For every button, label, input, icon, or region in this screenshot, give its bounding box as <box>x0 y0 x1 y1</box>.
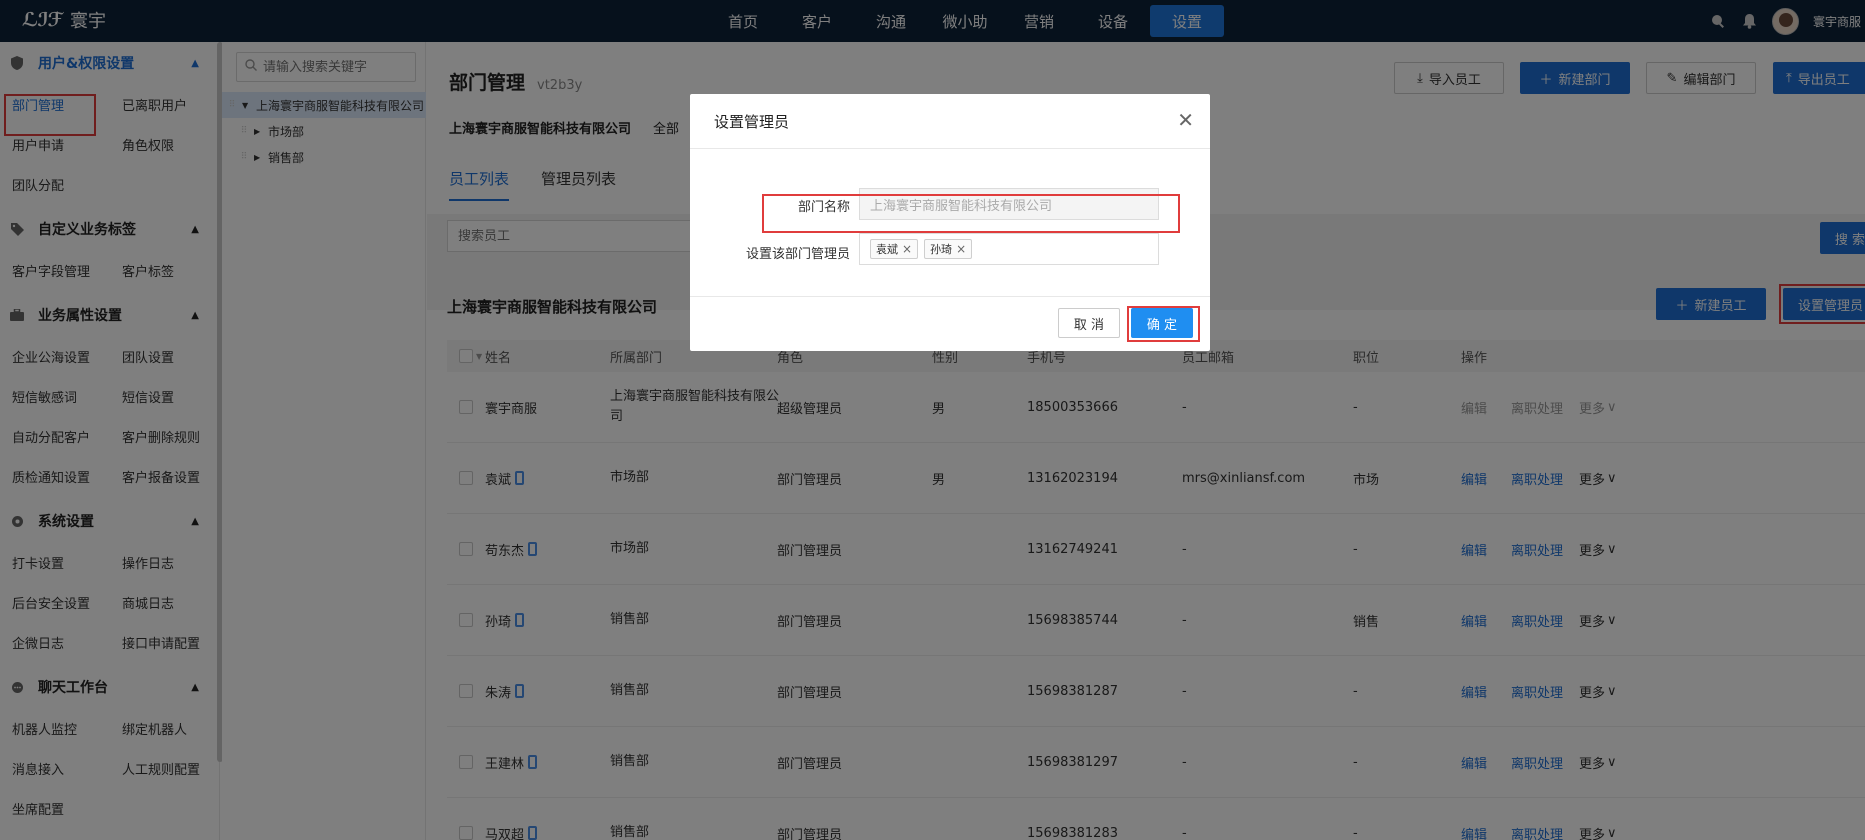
divider <box>690 296 1210 297</box>
admin-select-label: 设置该部门管理员 <box>745 247 850 262</box>
close-icon[interactable]: × <box>956 242 966 256</box>
set-admin-dialog: 设置管理员 ✕ 部门名称 上海寰宇商服智能科技有限公司 设置该部门管理员 袁斌 ×… <box>690 94 1210 351</box>
tag-label: 袁斌 <box>876 243 898 256</box>
admin-multiselect[interactable]: 袁斌 × 孙琦 × <box>859 233 1159 265</box>
dialog-title: 设置管理员 <box>714 113 790 131</box>
tag-label: 孙琦 <box>930 243 953 256</box>
divider <box>690 148 1210 149</box>
cancel-button[interactable]: 取 消 <box>1058 308 1120 338</box>
close-icon[interactable]: × <box>902 242 912 256</box>
dept-name-field: 上海寰宇商服智能科技有限公司 <box>859 188 1159 220</box>
admin-tag: 袁斌 × <box>870 239 919 259</box>
dept-name-label: 部门名称 <box>797 200 850 215</box>
confirm-button[interactable]: 确 定 <box>1131 308 1193 338</box>
close-icon[interactable]: ✕ <box>1177 108 1194 132</box>
admin-tag: 孙琦 × <box>924 239 973 259</box>
